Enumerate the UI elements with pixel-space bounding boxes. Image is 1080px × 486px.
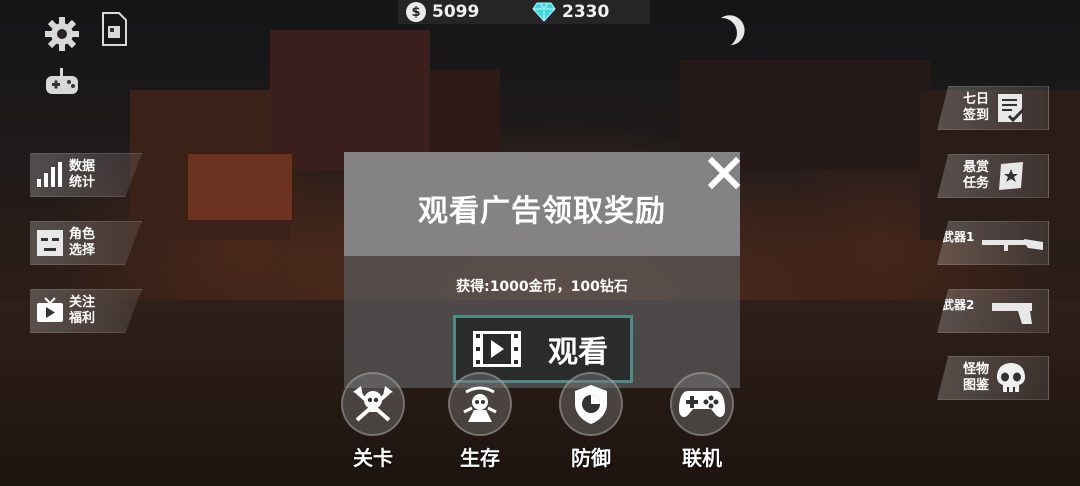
bounty-label: 悬赏任务	[962, 160, 989, 191]
film-icon	[473, 331, 521, 367]
mode-defense-label: 防御	[571, 446, 611, 470]
reward-text: 获得:1000金币，100钻石	[456, 279, 628, 295]
weapon2-label: 武器2	[942, 298, 975, 312]
coin-counter: $ 5099	[398, 2, 524, 22]
mode-online-button[interactable]: 联机	[662, 372, 742, 471]
shield-icon	[575, 385, 607, 424]
watch-label: 观看	[548, 335, 608, 370]
document-icon[interactable]	[101, 12, 127, 46]
skull-icon	[992, 359, 1030, 397]
gamepad-icon	[679, 391, 725, 417]
background-billboard	[186, 152, 294, 222]
checklist-icon	[992, 89, 1030, 127]
checkin-label: 七日签到	[962, 92, 989, 123]
tv-icon	[31, 292, 69, 330]
weapon2-button[interactable]: 武器2	[937, 289, 1049, 333]
mode-survival-button[interactable]: 生存	[440, 372, 520, 471]
coin-icon: $	[406, 2, 426, 22]
close-icon	[707, 156, 741, 190]
weapon1-button[interactable]: 武器1	[937, 221, 1049, 265]
stats-button[interactable]: 数据统计	[30, 153, 142, 197]
currency-bar: $ 5099 2330	[398, 0, 650, 24]
moon-icon	[705, 16, 740, 51]
seven-day-checkin-button[interactable]: 七日签到	[937, 86, 1049, 130]
character-select-button[interactable]: 角色选择	[30, 221, 142, 265]
close-button[interactable]	[706, 155, 742, 191]
gem-value: 2330	[562, 2, 610, 22]
mode-survival-label: 生存	[460, 446, 500, 470]
gamepad-icon[interactable]	[44, 67, 80, 97]
character-select-label: 角色选择	[69, 227, 96, 258]
mode-levels-label: 关卡	[353, 446, 393, 470]
gem-counter: 2330	[524, 2, 650, 22]
stats-label: 数据统计	[69, 159, 96, 190]
monster-guide-label: 怪物图鉴	[962, 362, 989, 393]
rifle-icon	[982, 239, 1043, 251]
follow-rewards-button[interactable]: 关注福利	[30, 289, 142, 333]
mode-defense-button[interactable]: 防御	[551, 372, 631, 471]
mode-online-label: 联机	[682, 446, 722, 470]
skull-axes-icon	[353, 386, 393, 422]
mode-levels-button[interactable]: 关卡	[333, 372, 413, 471]
survival-icon	[463, 386, 497, 422]
follow-rewards-label: 关注福利	[69, 295, 96, 326]
settings-gear-icon[interactable]	[44, 16, 80, 52]
bounty-task-button[interactable]: 悬赏任务	[937, 154, 1049, 198]
character-face-icon	[31, 224, 69, 262]
ad-reward-dialog: 观看广告领取奖励 获得:1000金币，100钻石 观看	[344, 152, 742, 388]
mode-survival-circle	[448, 372, 512, 436]
mode-online-circle	[670, 372, 734, 436]
mode-levels-circle	[341, 372, 405, 436]
gem-icon	[532, 2, 556, 22]
pistol-icon	[992, 303, 1032, 324]
coin-value: 5099	[432, 2, 480, 22]
dialog-title: 观看广告领取奖励	[418, 194, 666, 229]
bar-chart-icon	[31, 156, 69, 194]
bounty-icon	[992, 157, 1030, 195]
mode-defense-circle	[559, 372, 623, 436]
background-building	[270, 30, 430, 170]
weapon1-label: 武器1	[942, 230, 975, 244]
monster-guide-button[interactable]: 怪物图鉴	[937, 356, 1049, 400]
dialog-header: 观看广告领取奖励	[344, 152, 740, 256]
